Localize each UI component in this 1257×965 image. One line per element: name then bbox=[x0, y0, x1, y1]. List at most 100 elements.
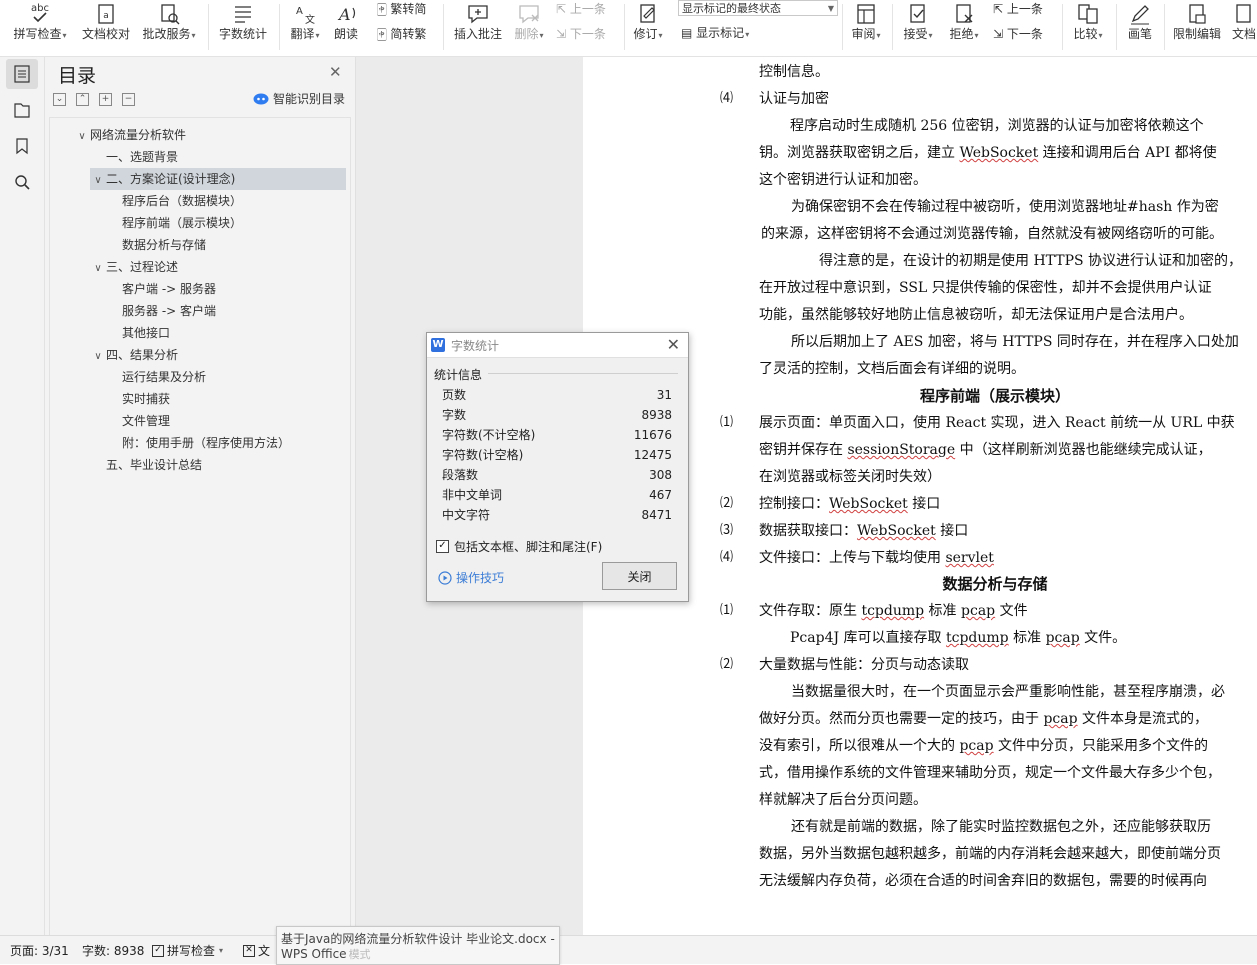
restrict-edit-button[interactable]: 限制编辑 bbox=[1168, 0, 1226, 56]
next-change-button[interactable]: ⇲ 下一条 bbox=[993, 25, 1043, 43]
toc-item[interactable]: 五、毕业设计总结 bbox=[90, 454, 202, 476]
toc-item[interactable]: ∨ 二、方案论证(设计理念) bbox=[90, 168, 346, 190]
toc-panel-button[interactable] bbox=[6, 59, 38, 89]
compare-icon bbox=[1066, 2, 1110, 26]
toc-item[interactable]: ∨ 三、过程论述 bbox=[90, 256, 178, 278]
insert-comment-button[interactable]: 插入批注 bbox=[450, 0, 506, 56]
svg-text:abc: abc bbox=[31, 3, 49, 14]
list-number: ⑴ bbox=[720, 603, 734, 618]
toc-item-label: 程序后台（数据模块） bbox=[122, 194, 243, 208]
checkbox-icon[interactable]: ✓ bbox=[436, 540, 449, 553]
doc-line: 还有就是前端的数据，除了能实时监控数据包之外，还应能够获取历 bbox=[791, 819, 1211, 835]
include-footnotes-label: 包括文本框、脚注和尾注(F) bbox=[454, 540, 603, 554]
doc-line: 展示页面：单页面入口，使用 React 实现，进入 React 前统一从 URL… bbox=[759, 415, 1235, 431]
bookmark-icon bbox=[16, 138, 28, 155]
delete-comment-button[interactable]: 删除▾ bbox=[510, 0, 548, 56]
revise-button[interactable]: 修订▾ bbox=[628, 0, 668, 56]
ink-button[interactable]: 画笔 bbox=[1120, 0, 1160, 56]
nav-rail bbox=[0, 57, 45, 935]
show-markup-button[interactable]: ▤ 显示标记▾ bbox=[681, 24, 749, 42]
toc-item[interactable]: 其他接口 bbox=[106, 322, 170, 344]
toc-item[interactable]: 服务器 -> 客户端 bbox=[106, 300, 216, 322]
toc-item[interactable]: 数据分析与存储 bbox=[106, 234, 206, 256]
toc-title: 目录 bbox=[58, 65, 97, 87]
review-pane-button[interactable]: 审阅▾ bbox=[846, 0, 886, 56]
doc-proof-button[interactable]: a 文档校对 bbox=[78, 0, 134, 56]
status-spell-check[interactable]: ✓ 拼写检查 ▾ bbox=[152, 942, 223, 959]
status-bar: 页面: 3/31 字数: 8938 ✓ 拼写检查 ▾ ✕ 文 bbox=[0, 935, 1257, 964]
toc-item[interactable]: 一、选题背景 bbox=[90, 146, 178, 168]
compare-label: 比较 bbox=[1073, 27, 1098, 41]
annotate-service-label: 批改服务 bbox=[142, 27, 191, 41]
toc-item[interactable]: 程序前端（展示模块） bbox=[106, 212, 242, 234]
doc-line: 大量数据与性能：分页与动态读取 bbox=[759, 657, 969, 673]
word-count-button[interactable]: 字数统计 bbox=[214, 0, 272, 56]
page-indicator[interactable]: 页面: 3/31 bbox=[10, 942, 69, 959]
tips-link[interactable]: 操作技巧 bbox=[438, 569, 504, 586]
toc-item[interactable]: 文件管理 bbox=[106, 410, 170, 432]
translate-button[interactable]: A文 翻译▾ bbox=[284, 0, 326, 56]
annotate-service-button[interactable]: 批改服务▾ bbox=[136, 0, 202, 56]
stat-value: 31 bbox=[656, 388, 672, 402]
markup-state-select[interactable]: 显示标记的最终状态 ▼ bbox=[678, 0, 838, 16]
lock-doc-icon bbox=[1168, 2, 1226, 26]
spell-check-button[interactable]: abc 拼写检查▾ bbox=[8, 0, 72, 56]
next-change-icon: ⇲ bbox=[993, 27, 1004, 41]
section-divider bbox=[488, 373, 678, 374]
toc-item[interactable]: 附：使用手册（程序使用方法） bbox=[106, 432, 290, 454]
bookmark-button[interactable] bbox=[6, 131, 38, 161]
close-icon[interactable]: ✕ bbox=[667, 335, 680, 354]
toc-item-label: 文件管理 bbox=[122, 414, 171, 428]
close-icon[interactable]: ✕ bbox=[329, 63, 342, 81]
toc-item[interactable]: 运行结果及分析 bbox=[106, 366, 206, 388]
toc-toolbar: ⌄ ⌃ + − bbox=[53, 92, 145, 106]
read-aloud-button[interactable]: A 朗读 bbox=[328, 0, 364, 56]
list-number: ⑷ bbox=[720, 550, 734, 565]
toc-item-label: 服务器 -> 客户端 bbox=[122, 304, 217, 318]
prev-change-button[interactable]: ⇱ 上一条 bbox=[993, 0, 1043, 18]
toc-item-label: 三、过程论述 bbox=[106, 260, 179, 274]
delete-label: 删除 bbox=[514, 27, 539, 41]
add-heading-icon[interactable]: + bbox=[99, 93, 112, 106]
toc-item[interactable]: ∨ 网络流量分析软件 bbox=[74, 124, 186, 146]
toc-item[interactable]: 程序后台（数据模块） bbox=[106, 190, 242, 212]
status-doc-check[interactable]: ✕ 文 bbox=[243, 942, 270, 959]
collapse-all-icon[interactable]: ⌄ bbox=[53, 93, 66, 106]
chevron-down-icon[interactable]: ∨ bbox=[90, 346, 106, 368]
toc-item[interactable]: 实时捕获 bbox=[106, 388, 170, 410]
search-button[interactable] bbox=[6, 167, 38, 197]
compare-button[interactable]: 比较▾ bbox=[1066, 0, 1110, 56]
reject-button[interactable]: 拒绝▾ bbox=[944, 0, 984, 56]
chevron-down-icon[interactable]: ∨ bbox=[74, 126, 90, 148]
chevron-down-icon[interactable]: ∨ bbox=[90, 258, 106, 280]
tips-label: 操作技巧 bbox=[456, 571, 505, 585]
chevron-down-icon[interactable]: ∨ bbox=[90, 170, 106, 192]
stat-row: 段落数 308 bbox=[442, 465, 672, 485]
accept-button[interactable]: 接受▾ bbox=[898, 0, 938, 56]
spell-check-label: 拼写检查 bbox=[13, 27, 62, 41]
prev-comment-button[interactable]: ⇱ 上一条 bbox=[556, 0, 606, 18]
doc-line: 文件接口：上传与下载均使用 servlet bbox=[759, 550, 994, 566]
next-comment-button[interactable]: ⇲ 下一条 bbox=[556, 25, 606, 43]
trad-to-simp-button[interactable]: 🀄︎ 繁转简 bbox=[377, 0, 426, 18]
smart-ai-icon bbox=[253, 93, 269, 104]
doc-permission-button[interactable]: 文档 bbox=[1228, 0, 1257, 56]
doc-line: Pcap4J 库可以直接存取 tcpdump 标准 pcap 文件。 bbox=[790, 630, 1127, 646]
expand-all-icon[interactable]: ⌃ bbox=[76, 93, 89, 106]
toc-item[interactable]: ∨ 四、结果分析 bbox=[90, 344, 178, 366]
comment-icon bbox=[450, 2, 506, 26]
smart-detect-toc-button[interactable]: 智能识别目录 bbox=[253, 90, 345, 107]
chapter-nav-button[interactable] bbox=[6, 95, 38, 125]
stats-section-label: 统计信息 bbox=[434, 368, 483, 382]
toc-item-label: 五、毕业设计总结 bbox=[106, 458, 203, 472]
doc-line: 密钥并保存在 sessionStorage 中（这样刷新浏览器也能继续完成认证， bbox=[759, 442, 1212, 458]
toc-item[interactable]: 客户端 -> 服务器 bbox=[106, 278, 216, 300]
include-footnotes-checkbox[interactable]: ✓ 包括文本框、脚注和尾注(F) bbox=[436, 538, 602, 555]
remove-heading-icon[interactable]: − bbox=[122, 93, 135, 106]
reject-icon bbox=[944, 2, 984, 26]
dialog-titlebar: W 字数统计 ✕ bbox=[427, 333, 688, 358]
word-count-indicator[interactable]: 字数: 8938 bbox=[82, 942, 144, 959]
stat-row: 字数 8938 bbox=[442, 405, 672, 425]
close-button[interactable]: 关闭 bbox=[602, 562, 677, 590]
simp-to-trad-button[interactable]: 🀄︎ 简转繁 bbox=[377, 25, 426, 43]
